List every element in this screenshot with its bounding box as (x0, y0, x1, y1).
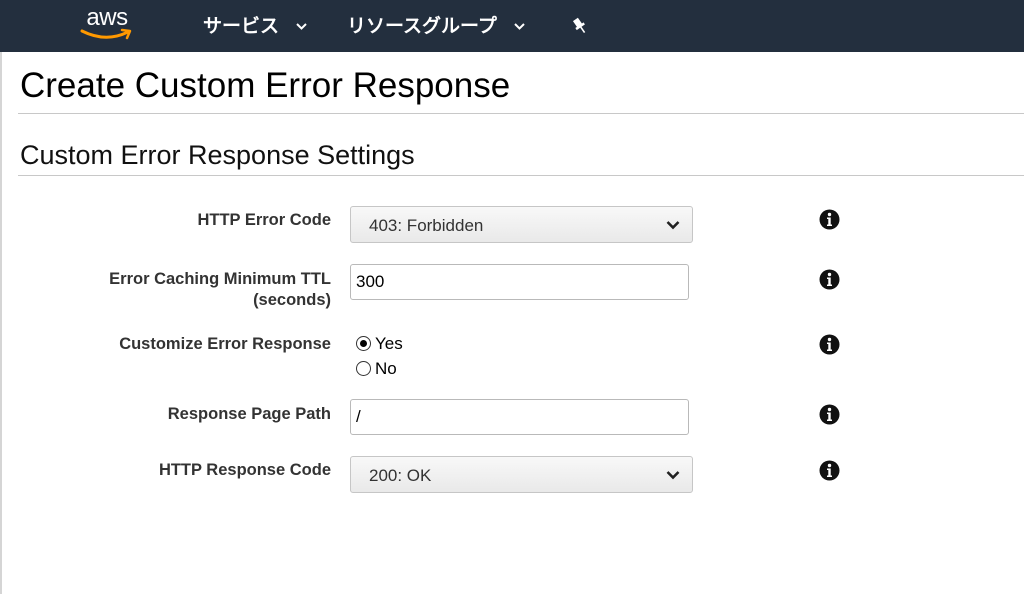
customize-no-label: No (375, 359, 397, 378)
http-response-code-value: 200: OK (369, 466, 432, 485)
http-error-code-select[interactable]: 403: Forbidden (350, 206, 693, 243)
page-title: Create Custom Error Response (20, 66, 511, 105)
http-response-code-label: HTTP Response Code (158, 461, 331, 479)
info-icon[interactable] (819, 269, 840, 290)
customize-yes-label: Yes (375, 334, 403, 353)
radio-unchecked-icon (356, 361, 371, 376)
error-caching-ttl-input[interactable] (350, 264, 689, 300)
services-menu-label: サービス (203, 15, 280, 37)
error-caching-ttl-label-line1: Error Caching Minimum TTL (109, 270, 331, 288)
response-page-path-label: Response Page Path (167, 405, 331, 423)
http-error-code-value: 403: Forbidden (369, 216, 484, 235)
divider (18, 113, 1024, 114)
http-response-code-select[interactable]: 200: OK (350, 456, 693, 493)
error-caching-ttl-label-line2: (seconds) (253, 291, 331, 309)
services-menu[interactable]: サービス (203, 0, 307, 52)
info-icon[interactable] (819, 404, 840, 425)
http-error-code-label: HTTP Error Code (197, 211, 331, 229)
chevron-down-icon (666, 471, 680, 480)
error-caching-ttl-label: Error Caching Minimum TTL (seconds) (109, 269, 331, 311)
left-border (0, 52, 2, 594)
customize-yes-radio[interactable]: Yes (356, 333, 403, 355)
chevron-down-icon (295, 23, 307, 30)
radio-checked-icon (356, 336, 371, 351)
divider (18, 175, 1024, 176)
resource-groups-menu[interactable]: リソースグループ (347, 0, 525, 52)
pushpin-icon[interactable] (570, 16, 590, 36)
info-icon[interactable] (819, 209, 840, 230)
customize-no-radio[interactable]: No (356, 358, 397, 380)
section-title: Custom Error Response Settings (20, 140, 415, 170)
customize-error-response-label: Customize Error Response (119, 335, 331, 353)
resource-groups-menu-label: リソースグループ (347, 15, 497, 37)
chevron-down-icon (513, 23, 525, 30)
response-page-path-input[interactable] (350, 399, 689, 435)
info-icon[interactable] (819, 334, 840, 355)
top-navigation-bar: aws サービス リソースグループ (0, 0, 1024, 52)
aws-smile-icon (80, 28, 132, 40)
chevron-down-icon (666, 221, 680, 230)
info-icon[interactable] (819, 460, 840, 481)
aws-logo[interactable]: aws (80, 5, 134, 45)
